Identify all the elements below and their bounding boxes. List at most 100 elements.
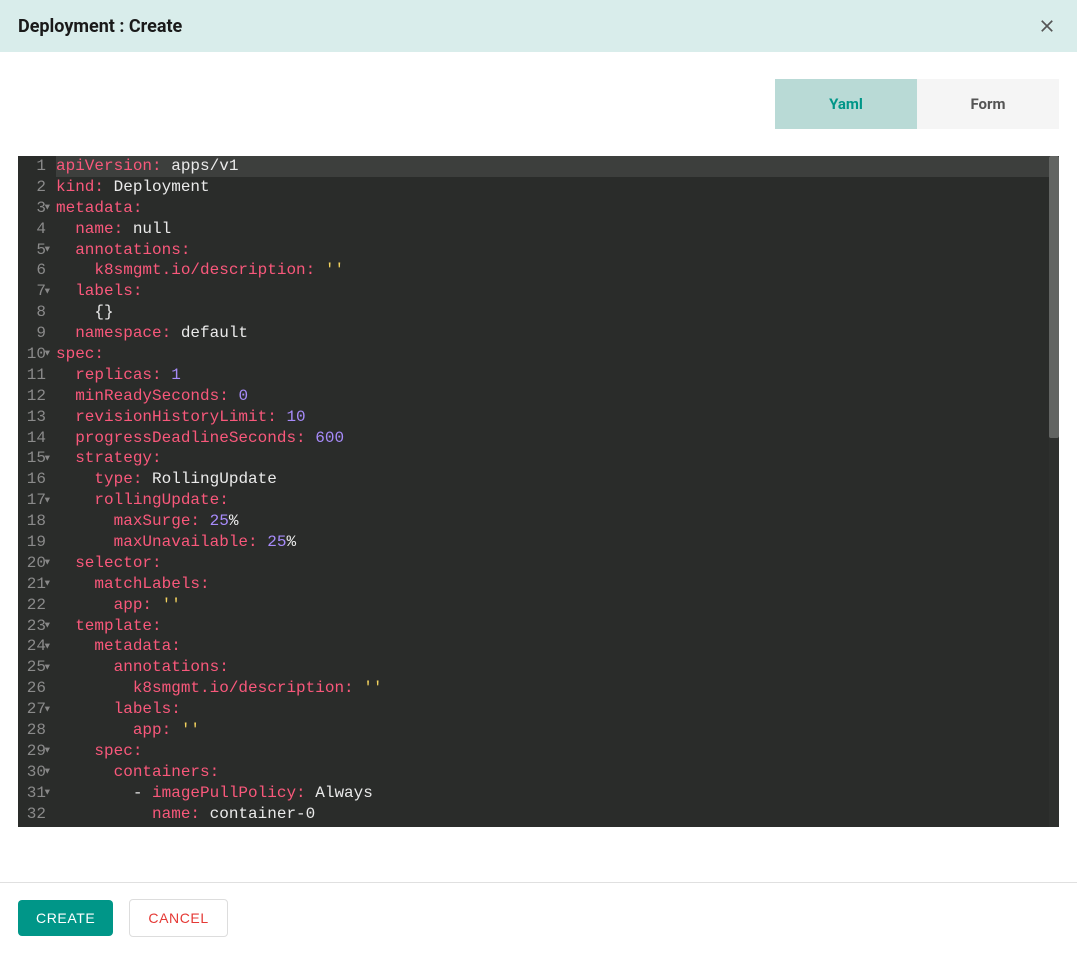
line-number: 27 xyxy=(24,699,46,720)
fold-toggle-icon[interactable]: ▼ xyxy=(45,553,50,574)
line-number: 32 xyxy=(24,804,46,825)
gutter-line: 4 xyxy=(24,219,46,240)
gutter-line: 29▼ xyxy=(24,741,46,762)
fold-toggle-icon[interactable]: ▼ xyxy=(45,762,50,783)
gutter-line: 8 xyxy=(24,302,46,323)
line-number: 25 xyxy=(24,657,46,678)
line-number: 17 xyxy=(24,490,46,511)
gutter-line: 14 xyxy=(24,428,46,449)
code-line[interactable]: - imagePullPolicy: Always xyxy=(56,783,1049,804)
code-line[interactable]: spec: xyxy=(56,741,1049,762)
close-button[interactable] xyxy=(1035,14,1059,38)
line-number: 31 xyxy=(24,783,46,804)
line-number: 28 xyxy=(24,720,46,741)
gutter-line: 21▼ xyxy=(24,574,46,595)
code-line[interactable]: revisionHistoryLimit: 10 xyxy=(56,407,1049,428)
line-number: 10 xyxy=(24,344,46,365)
fold-toggle-icon[interactable]: ▼ xyxy=(45,448,50,469)
gutter-line: 25▼ xyxy=(24,657,46,678)
code-line[interactable]: image: '' xyxy=(56,825,1049,828)
gutter-line: 7▼ xyxy=(24,281,46,302)
gutter-line: 1 xyxy=(24,156,46,177)
fold-toggle-icon[interactable]: ▼ xyxy=(45,741,50,762)
gutter-line: 6 xyxy=(24,260,46,281)
line-number: 30 xyxy=(24,762,46,783)
fold-toggle-icon[interactable]: ▼ xyxy=(45,198,50,219)
gutter-line: 17▼ xyxy=(24,490,46,511)
cancel-button[interactable]: CANCEL xyxy=(129,899,227,937)
code-line[interactable]: replicas: 1 xyxy=(56,365,1049,386)
fold-toggle-icon[interactable]: ▼ xyxy=(45,574,50,595)
gutter-line: 11 xyxy=(24,365,46,386)
yaml-editor[interactable]: 123▼45▼67▼8910▼1112131415▼1617▼181920▼21… xyxy=(18,156,1059,827)
code-line[interactable]: name: null xyxy=(56,219,1049,240)
line-number: 9 xyxy=(24,323,46,344)
code-line[interactable]: annotations: xyxy=(56,657,1049,678)
code-line[interactable]: maxSurge: 25% xyxy=(56,511,1049,532)
code-line[interactable]: namespace: default xyxy=(56,323,1049,344)
code-line[interactable]: metadata: xyxy=(56,636,1049,657)
fold-toggle-icon[interactable]: ▼ xyxy=(45,657,50,678)
tabs-row: Yaml Form xyxy=(18,52,1059,156)
code-line[interactable]: labels: xyxy=(56,699,1049,720)
editor-gutter: 123▼45▼67▼8910▼1112131415▼1617▼181920▼21… xyxy=(18,156,56,827)
code-line[interactable]: matchLabels: xyxy=(56,574,1049,595)
code-line[interactable]: progressDeadlineSeconds: 600 xyxy=(56,428,1049,449)
code-line[interactable]: minReadySeconds: 0 xyxy=(56,386,1049,407)
code-line[interactable]: annotations: xyxy=(56,240,1049,261)
fold-toggle-icon[interactable]: ▼ xyxy=(45,281,50,302)
line-number: 7 xyxy=(24,281,46,302)
fold-toggle-icon[interactable]: ▼ xyxy=(45,490,50,511)
gutter-line: 10▼ xyxy=(24,344,46,365)
code-line[interactable]: k8smgmt.io/description: '' xyxy=(56,678,1049,699)
line-number: 21 xyxy=(24,574,46,595)
dialog-header: Deployment : Create xyxy=(0,0,1077,52)
code-line[interactable]: containers: xyxy=(56,762,1049,783)
code-line[interactable]: name: container-0 xyxy=(56,804,1049,825)
code-line[interactable]: kind: Deployment xyxy=(56,177,1049,198)
gutter-line: 18 xyxy=(24,511,46,532)
line-number: 16 xyxy=(24,469,46,490)
gutter-line: 16 xyxy=(24,469,46,490)
line-number: 4 xyxy=(24,219,46,240)
gutter-line: 20▼ xyxy=(24,553,46,574)
code-line[interactable]: selector: xyxy=(56,553,1049,574)
code-line[interactable]: apiVersion: apps/v1 xyxy=(56,156,1049,177)
line-number: 26 xyxy=(24,678,46,699)
tab-form[interactable]: Form xyxy=(917,79,1059,129)
code-line[interactable]: k8smgmt.io/description: '' xyxy=(56,260,1049,281)
code-line[interactable]: strategy: xyxy=(56,448,1049,469)
code-line[interactable]: rollingUpdate: xyxy=(56,490,1049,511)
line-number: 12 xyxy=(24,386,46,407)
editor-scrollthumb[interactable] xyxy=(1049,156,1059,438)
dialog-body: Yaml Form 123▼45▼67▼8910▼1112131415▼1617… xyxy=(0,52,1077,882)
fold-toggle-icon[interactable]: ▼ xyxy=(45,636,50,657)
view-tabs: Yaml Form xyxy=(775,79,1059,129)
gutter-line: 5▼ xyxy=(24,240,46,261)
fold-toggle-icon[interactable]: ▼ xyxy=(45,616,50,637)
line-number: 15 xyxy=(24,448,46,469)
code-line[interactable]: metadata: xyxy=(56,198,1049,219)
code-line[interactable]: app: '' xyxy=(56,595,1049,616)
code-line[interactable]: app: '' xyxy=(56,720,1049,741)
code-line[interactable]: type: RollingUpdate xyxy=(56,469,1049,490)
fold-toggle-icon[interactable]: ▼ xyxy=(45,240,50,261)
editor-scrollbar[interactable] xyxy=(1049,156,1059,827)
code-line[interactable]: spec: xyxy=(56,344,1049,365)
line-number: 19 xyxy=(24,532,46,553)
code-line[interactable]: labels: xyxy=(56,281,1049,302)
editor-code-area[interactable]: apiVersion: apps/v1kind: Deploymentmetad… xyxy=(56,156,1059,827)
gutter-line: 3▼ xyxy=(24,198,46,219)
fold-toggle-icon[interactable]: ▼ xyxy=(45,783,50,804)
line-number: 29 xyxy=(24,741,46,762)
gutter-line: 27▼ xyxy=(24,699,46,720)
create-button[interactable]: CREATE xyxy=(18,900,113,936)
tab-yaml[interactable]: Yaml xyxy=(775,79,917,129)
code-line[interactable]: template: xyxy=(56,616,1049,637)
line-number: 5 xyxy=(24,240,46,261)
code-line[interactable]: maxUnavailable: 25% xyxy=(56,532,1049,553)
code-line[interactable]: {} xyxy=(56,302,1049,323)
line-number: 6 xyxy=(24,260,46,281)
fold-toggle-icon[interactable]: ▼ xyxy=(45,699,50,720)
fold-toggle-icon[interactable]: ▼ xyxy=(45,344,50,365)
